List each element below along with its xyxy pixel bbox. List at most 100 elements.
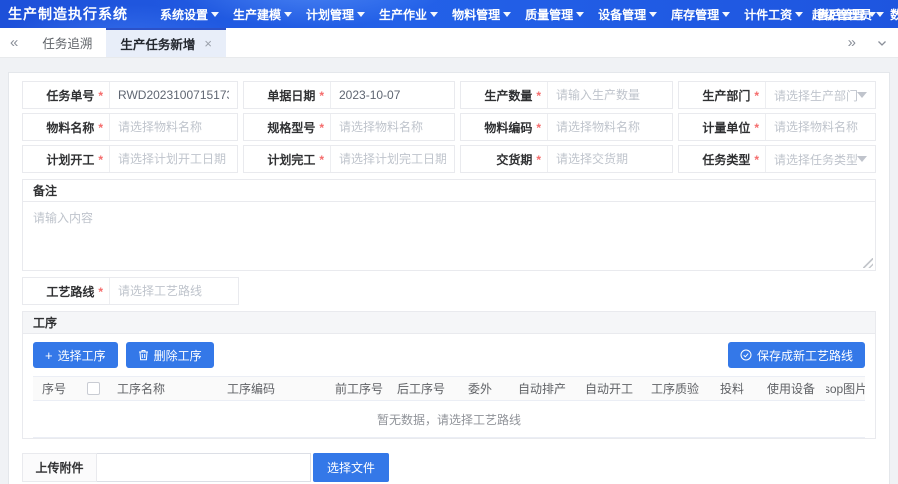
table-header-cell: 自动排产: [508, 377, 576, 400]
field-label: 生产部门*: [679, 82, 765, 108]
text-input[interactable]: [339, 120, 446, 134]
form-field: 单据日期*: [243, 81, 455, 109]
navbar-menu-item[interactable]: 设备管理: [596, 6, 659, 23]
navbar-menu-item[interactable]: 库存管理: [669, 6, 732, 23]
tab-item[interactable]: 任务追溯: [28, 28, 106, 57]
input-field[interactable]: [547, 82, 672, 108]
process-table: 序号工序名称工序编码前工序号后工序号委外自动排产自动开工工序质验投料使用设备so…: [33, 376, 865, 438]
route-input[interactable]: [118, 284, 230, 298]
trash-icon: [138, 349, 149, 361]
user-menu[interactable]: 超级管理员: [812, 6, 890, 23]
table-header-cell: 序号: [33, 377, 78, 400]
input-field[interactable]: [330, 146, 454, 172]
input-field[interactable]: [330, 82, 454, 108]
process-toolbar: + 选择工序 删除工序: [33, 342, 865, 368]
required-asterisk: *: [98, 90, 103, 102]
menu-label: 系统设置: [160, 6, 208, 23]
tab-label: 任务追溯: [42, 33, 92, 52]
remark-label: 备注: [23, 180, 875, 202]
navbar-menu-item[interactable]: 计件工资: [742, 6, 805, 23]
text-input[interactable]: [339, 88, 446, 102]
form-field: 交货期*: [460, 145, 673, 173]
menu-label: 物料管理: [452, 6, 500, 23]
field-label: 单据日期*: [244, 82, 330, 108]
tabs-scroll-left-icon[interactable]: «: [0, 28, 28, 57]
field-label: 计量单位*: [679, 114, 765, 140]
route-input-wrap: [109, 278, 238, 304]
remark-textarea[interactable]: [23, 202, 875, 270]
text-input[interactable]: [556, 88, 664, 102]
check-circle-icon: [740, 349, 752, 361]
app-root: 生产制造执行系统 系统设置生产建模计划管理生产作业物料管理质量管理设备管理库存管…: [0, 0, 898, 484]
required-asterisk: *: [754, 154, 759, 166]
text-input[interactable]: [339, 152, 446, 166]
select-placeholder: 请选择生产部门: [774, 87, 857, 104]
table-header-cell: 工序名称: [108, 377, 218, 400]
upload-label: 上传附件: [22, 453, 97, 482]
delete-process-button[interactable]: 删除工序: [126, 342, 214, 368]
table-header-cell: 使用设备: [756, 377, 826, 400]
input-field[interactable]: [547, 114, 672, 140]
form-field: 计划开工*: [22, 145, 238, 173]
choose-file-button[interactable]: 选择文件: [313, 453, 389, 482]
select-all-checkbox[interactable]: [87, 382, 100, 395]
chevron-down-icon: [649, 12, 657, 17]
text-input[interactable]: [556, 152, 664, 166]
field-label: 计划完工*: [244, 146, 330, 172]
required-asterisk: *: [98, 154, 103, 166]
menu-label: 生产建模: [233, 6, 281, 23]
input-field[interactable]: [547, 146, 672, 172]
input-field[interactable]: [109, 82, 237, 108]
table-header-cell: 工序编码: [218, 377, 326, 400]
form-field: 物料名称*: [22, 113, 238, 141]
input-field[interactable]: [109, 146, 237, 172]
remark-body: [23, 202, 875, 270]
field-label: 交货期*: [461, 146, 547, 172]
required-asterisk: *: [536, 154, 541, 166]
form-field: 任务单号*: [22, 81, 238, 109]
page-content: 任务单号*单据日期*生产数量*生产部门*请选择生产部门物料名称*规格型号*物料编…: [0, 58, 898, 484]
input-field[interactable]: [765, 114, 875, 140]
navbar-menu-item[interactable]: 生产建模: [231, 6, 294, 23]
text-input[interactable]: [774, 120, 867, 134]
tabs-scroll-right-icon[interactable]: »: [838, 28, 866, 57]
table-header-cell: 委外: [452, 377, 508, 400]
required-asterisk: *: [536, 90, 541, 102]
text-input[interactable]: [118, 120, 229, 134]
chevron-down-icon: [284, 12, 292, 17]
text-input[interactable]: [556, 120, 664, 134]
navbar-menu-item[interactable]: 系统设置: [158, 6, 221, 23]
resize-handle-icon[interactable]: [863, 258, 873, 268]
text-input[interactable]: [118, 88, 229, 102]
chevron-down-icon: [857, 156, 867, 162]
navbar-menu-item[interactable]: 生产作业: [377, 6, 440, 23]
task-panel: 任务单号*单据日期*生产数量*生产部门*请选择生产部门物料名称*规格型号*物料编…: [8, 72, 890, 484]
chevron-down-icon: [857, 92, 867, 98]
form-field: 生产部门* 请选择生产部门: [678, 81, 876, 109]
select-field[interactable]: 请选择任务类型: [765, 146, 875, 172]
text-input[interactable]: [118, 152, 229, 166]
select-process-button[interactable]: + 选择工序: [33, 342, 118, 368]
navbar-menu-item[interactable]: 计划管理: [304, 6, 367, 23]
input-field[interactable]: [109, 114, 237, 140]
tab-bar: « 任务追溯生产任务新增× »: [0, 28, 898, 58]
navbar-menu-item[interactable]: 物料管理: [450, 6, 513, 23]
route-label: 工艺路线 *: [23, 278, 109, 304]
required-asterisk: *: [319, 90, 324, 102]
tabs-dropdown-chevron-icon[interactable]: [866, 28, 898, 57]
upload-filename-input[interactable]: [97, 453, 311, 482]
table-empty-state: 暂无数据，请选择工艺路线: [33, 401, 865, 438]
table-header-cell: 自动开工: [576, 377, 642, 400]
input-field[interactable]: [330, 114, 454, 140]
field-label: 计划开工*: [23, 146, 109, 172]
chevron-down-icon: [576, 12, 584, 17]
chevron-down-icon: [876, 12, 884, 17]
tab-active[interactable]: 生产任务新增×: [106, 28, 226, 57]
form-field: 规格型号*: [243, 113, 455, 141]
menu-label: 质量管理: [525, 6, 573, 23]
navbar-menu-item[interactable]: 质量管理: [523, 6, 586, 23]
select-field[interactable]: 请选择生产部门: [765, 82, 875, 108]
chevron-down-icon: [795, 12, 803, 17]
save-as-route-button[interactable]: 保存成新工艺路线: [728, 342, 865, 368]
close-icon[interactable]: ×: [204, 37, 212, 50]
